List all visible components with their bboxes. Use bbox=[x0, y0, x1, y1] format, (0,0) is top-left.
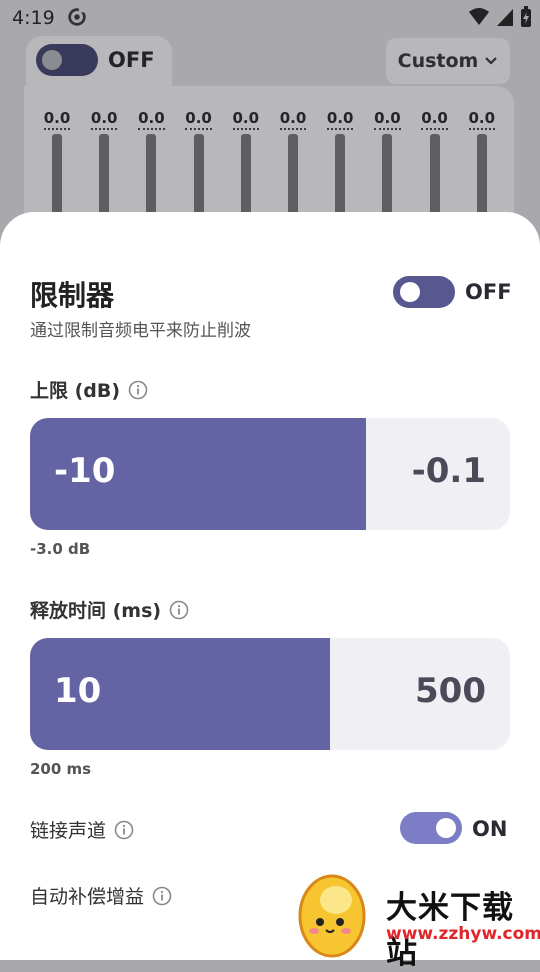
eq-band-value: 0.0 bbox=[138, 109, 165, 130]
release-label-row: 释放时间 (ms) bbox=[30, 596, 189, 623]
link-channels-toggle[interactable] bbox=[400, 812, 462, 844]
threshold-label-row: 上限 (dB) bbox=[30, 376, 148, 403]
mascot-logo bbox=[298, 874, 366, 958]
chevron-down-icon bbox=[485, 57, 498, 65]
signal-icon bbox=[497, 9, 513, 26]
wifi-icon bbox=[469, 8, 489, 25]
eq-switch[interactable] bbox=[36, 44, 98, 76]
eq-band-value: 0.0 bbox=[326, 109, 354, 130]
eq-switch-label: OFF bbox=[108, 48, 155, 72]
watermark-url: www.zzhyw.com bbox=[386, 924, 540, 944]
eq-band-value: 0.0 bbox=[421, 109, 448, 130]
preset-label: Custom bbox=[397, 50, 479, 72]
eq-band[interactable]: 0.0 bbox=[370, 108, 404, 244]
auto-gain-row: 自动补偿增益 bbox=[30, 882, 172, 909]
eq-band[interactable]: 0.0 bbox=[323, 108, 357, 244]
eq-band[interactable]: 0.0 bbox=[418, 108, 452, 244]
link-channels-row: 链接声道 bbox=[30, 816, 134, 843]
eq-band[interactable]: 0.0 bbox=[276, 108, 310, 244]
limiter-sheet: 限制器 通过限制音频电平来防止削波 OFF 上限 (dB) -10 -0.1 -… bbox=[0, 212, 540, 960]
threshold-slider[interactable]: -10 -0.1 bbox=[30, 418, 510, 530]
release-max: 500 bbox=[415, 671, 486, 711]
status-time: 4:19 bbox=[12, 7, 55, 29]
eq-band[interactable]: 0.0 bbox=[40, 108, 74, 244]
status-bar: 4:19 bbox=[0, 0, 540, 36]
eq-band-value: 0.0 bbox=[374, 109, 401, 130]
limiter-toggle[interactable] bbox=[393, 276, 455, 308]
link-channels-toggle-knob bbox=[436, 818, 456, 838]
link-channels-toggle-label: ON bbox=[472, 817, 508, 841]
eq-band[interactable]: 0.0 bbox=[229, 108, 263, 244]
sheet-subtitle: 通过限制音频电平来防止削波 bbox=[30, 321, 251, 341]
limiter-toggle-knob bbox=[400, 282, 420, 302]
info-icon[interactable] bbox=[152, 886, 172, 906]
limiter-toggle-label: OFF bbox=[465, 280, 512, 304]
site-watermark: 大米下载站 www.zzhyw.com bbox=[296, 864, 540, 971]
info-icon[interactable] bbox=[114, 820, 134, 840]
info-icon[interactable] bbox=[169, 600, 189, 620]
eq-band[interactable]: 0.0 bbox=[87, 108, 121, 244]
threshold-label: 上限 (dB) bbox=[30, 380, 121, 402]
release-min: 10 bbox=[54, 671, 102, 711]
link-channels-label: 链接声道 bbox=[30, 820, 107, 842]
threshold-value: -3.0 dB bbox=[30, 540, 91, 558]
eq-switch-knob bbox=[42, 50, 62, 70]
eq-band-value: 0.0 bbox=[90, 109, 118, 130]
eq-band-value: 0.0 bbox=[279, 109, 307, 130]
release-label: 释放时间 (ms) bbox=[30, 600, 162, 622]
threshold-max: -0.1 bbox=[411, 451, 486, 491]
status-icons bbox=[468, 6, 532, 28]
preset-dropdown[interactable]: Custom bbox=[386, 38, 510, 84]
eq-band-value: 0.0 bbox=[232, 109, 260, 130]
info-icon[interactable] bbox=[128, 380, 148, 400]
eq-band-value: 0.0 bbox=[185, 109, 212, 130]
sync-icon bbox=[68, 6, 86, 26]
eq-band-value: 0.0 bbox=[468, 109, 496, 130]
eq-band[interactable]: 0.0 bbox=[134, 108, 168, 244]
release-slider[interactable]: 10 500 bbox=[30, 638, 510, 750]
battery-icon bbox=[521, 6, 531, 27]
eq-band[interactable]: 0.0 bbox=[182, 108, 216, 244]
release-value: 200 ms bbox=[30, 760, 92, 778]
auto-gain-label: 自动补偿增益 bbox=[30, 886, 145, 908]
sheet-title: 限制器 bbox=[30, 279, 115, 312]
threshold-min: -10 bbox=[54, 451, 116, 491]
eq-band[interactable]: 0.0 bbox=[465, 108, 499, 244]
eq-band-value: 0.0 bbox=[43, 109, 71, 130]
